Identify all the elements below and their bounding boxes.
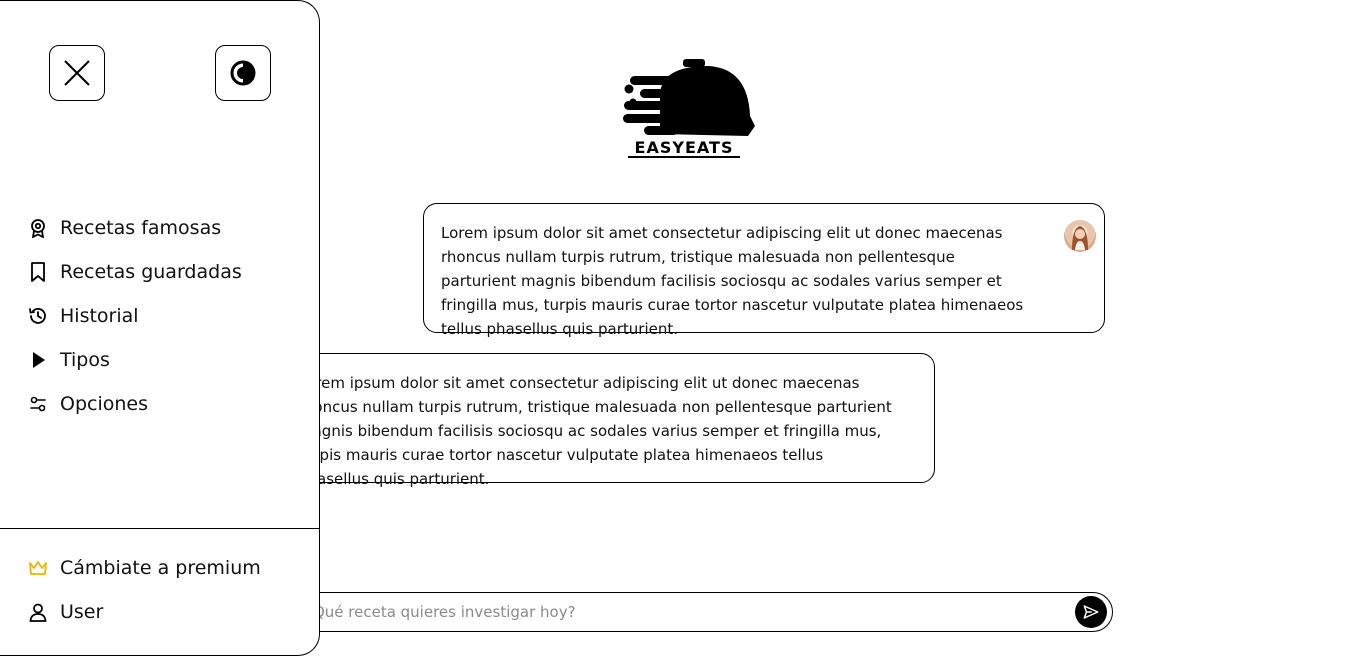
user-icon [28,602,48,622]
close-icon [64,60,90,86]
sidebar-bottom-menu: Cámbiate a premium User [28,546,261,634]
theme-toggle-button[interactable] [215,45,271,101]
bookmark-icon [28,262,48,282]
sidebar-item-label: Recetas famosas [60,217,222,239]
bot-message-text: Lorem ipsum dolor sit amet consectetur a… [298,374,892,488]
prompt-input[interactable] [305,593,1065,631]
award-icon [28,218,48,238]
sidebar-item-label: Opciones [60,393,148,415]
crown-icon [28,558,48,578]
user-message-text: Lorem ipsum dolor sit amet consectetur a… [441,224,1024,338]
avatar [1064,220,1096,252]
bot-message: Lorem ipsum dolor sit amet consectetur a… [280,353,935,488]
sidebar-item-label: Cámbiate a premium [60,557,261,579]
chat-composer [280,592,1113,632]
send-icon [1083,605,1099,619]
sidebar-item-historial[interactable]: Historial [28,294,242,338]
play-icon [28,350,48,370]
sidebar-item-recetas-guardadas[interactable]: Recetas guardadas [28,250,242,294]
sidebar-item-recetas-famosas[interactable]: Recetas famosas [28,206,242,250]
history-icon [28,306,48,326]
sidebar-menu: Recetas famosas Recetas guardadas Histor… [28,206,242,426]
user-avatar-icon [1072,226,1088,250]
sidebar-item-label: Tipos [60,349,110,371]
food-cloche-logo-icon [623,59,755,136]
sidebar-item-user[interactable]: User [28,590,261,634]
sidebar-item-opciones[interactable]: Opciones [28,382,242,426]
sidebar-item-label: User [60,601,104,623]
sidebar-item-premium[interactable]: Cámbiate a premium [28,546,261,590]
user-message: Lorem ipsum dolor sit amet consectetur a… [423,203,1105,338]
sidebar-item-label: Recetas guardadas [60,261,242,283]
send-button[interactable] [1075,596,1107,628]
sidebar-item-tipos[interactable]: Tipos [28,338,242,382]
sliders-icon [28,394,48,414]
brand-name: EASYEATS [628,139,740,158]
contrast-icon [230,60,256,86]
sidebar-item-label: Historial [60,305,139,327]
sidebar-divider [0,528,319,529]
brand-logo: EASYEATS [620,56,760,160]
sidebar: Recetas famosas Recetas guardadas Histor… [0,0,320,656]
close-sidebar-button[interactable] [49,45,105,101]
